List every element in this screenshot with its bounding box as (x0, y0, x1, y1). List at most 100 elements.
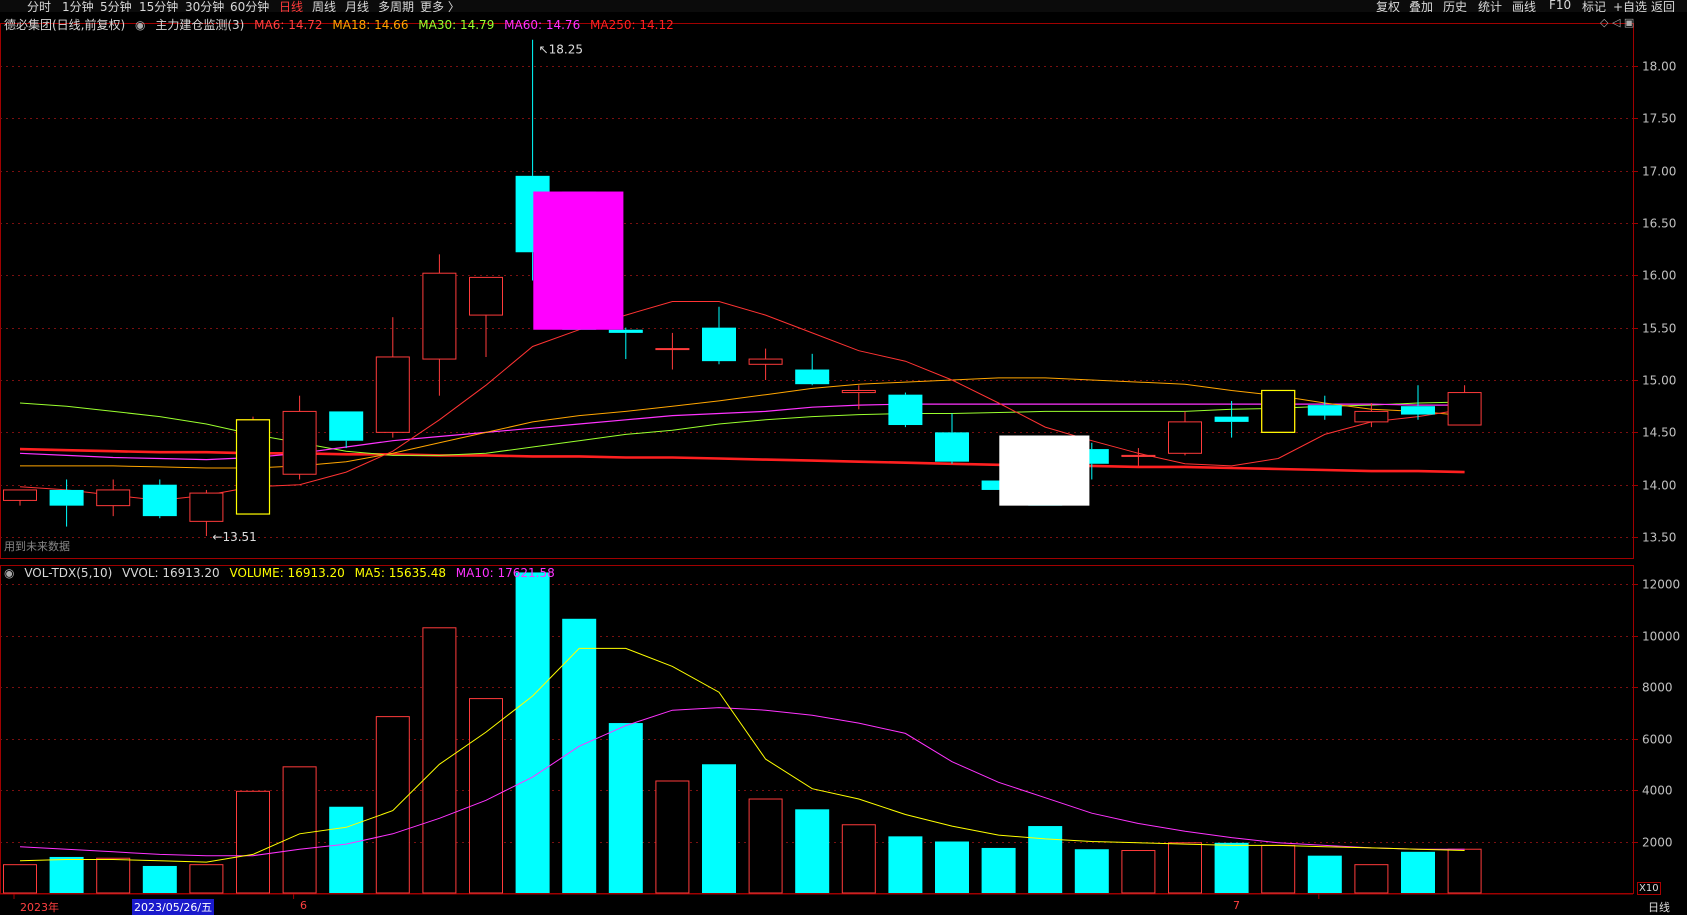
volume-bar (1447, 848, 1482, 894)
candle-body (935, 432, 969, 462)
price-tick-label: 16.00 (1642, 269, 1676, 283)
volume-bar (515, 572, 550, 893)
price-legend: 德必集团(日线,前复权) ◉ 主力建仓监测(3) MA6: 14.72 MA18… (4, 16, 680, 32)
volume-tick-label: 4000 (1642, 784, 1673, 798)
toolbar-item-4[interactable]: 30分钟 (185, 0, 224, 12)
volume-bar (655, 780, 690, 894)
volume-tick-label: 10000 (1642, 630, 1680, 644)
volume-bar (1261, 844, 1296, 894)
volume-indicator-label[interactable]: VOL-TDX(5,10) (24, 566, 112, 580)
toolbar-right-item-5[interactable]: F10 (1549, 0, 1571, 12)
candle-body (329, 411, 364, 441)
volume-bar (1168, 842, 1202, 894)
volume-bar (1074, 849, 1109, 893)
candle-body (655, 348, 690, 351)
candle-body (1214, 416, 1249, 422)
toolbar-item-8[interactable]: 月线 (345, 0, 369, 12)
volume-bar (841, 824, 876, 894)
volume-bar (1307, 855, 1342, 893)
candle-body (702, 327, 736, 362)
vol-ma10-label: MA10: 17621.58 (455, 566, 555, 580)
candle-body (841, 389, 876, 394)
volume-bar (748, 798, 783, 894)
candle-body (1307, 405, 1342, 416)
toolbar-right-item-4[interactable]: 画线 (1512, 0, 1536, 12)
volume-bar (981, 847, 1016, 893)
price-tick-label: 14.00 (1642, 479, 1676, 493)
volume-bar (375, 716, 410, 894)
price-tick-label: 15.00 (1642, 374, 1676, 388)
vol-ma5-label: MA5: 15635.48 (354, 566, 446, 580)
candle-body (3, 489, 37, 501)
volume-bar (329, 806, 364, 893)
candle-body (1121, 454, 1156, 457)
x-label-month-6: 6 (300, 899, 307, 912)
toolbar-right-item-6[interactable]: 标记 (1582, 0, 1606, 12)
candle-body (1447, 392, 1482, 426)
toolbar-item-7[interactable]: 周线 (312, 0, 336, 12)
toolbar-item-3[interactable]: 15分钟 (139, 0, 178, 12)
price-tick-label: 17.00 (1642, 165, 1676, 179)
indicator-highlight-box (533, 191, 624, 330)
toolbar-item-10[interactable]: 更多 〉 (420, 0, 460, 12)
volume-tick-label: 2000 (1642, 836, 1673, 850)
candle-body (795, 369, 830, 385)
candle-body (1261, 389, 1296, 433)
toolbar-right-item-3[interactable]: 统计 (1478, 0, 1502, 12)
window-controls[interactable]: ◇ ◁ ▣ (1600, 16, 1634, 29)
volume-legend: ◉ VOL-TDX(5,10) VVOL: 16913.20 VOLUME: 1… (4, 566, 561, 582)
toolbar-right-item-2[interactable]: 历史 (1443, 0, 1467, 12)
volume-bar (608, 723, 643, 893)
candle-body (49, 489, 84, 506)
indicator-toggle-icon[interactable]: ◉ (4, 566, 14, 580)
price-tick-label: 13.50 (1642, 531, 1676, 545)
kline-chart-canvas[interactable]: 13.50 14.00 14.50 15.00 15.50 16.00 16.50 17.00… (0, 0, 1687, 914)
indicator-highlight-box (999, 435, 1090, 506)
ma18-label: MA18: 14.66 (332, 18, 409, 32)
period-label[interactable]: 日线 (1648, 899, 1670, 915)
x-label-date-cursor: 2023/05/26/五 (132, 899, 215, 915)
toolbar-item-9[interactable]: 多周期 (378, 0, 414, 12)
indicator-label[interactable]: 主力建仓监测(3) (155, 18, 244, 32)
toolbar-right-item-8[interactable]: 返回 (1651, 0, 1675, 12)
candle-body (1401, 406, 1435, 415)
toolbar-right-item-7[interactable]: +自选 (1613, 0, 1647, 12)
price-tick-label: 17.50 (1642, 112, 1676, 126)
volume-bar (469, 698, 503, 894)
volume-bar (702, 764, 736, 893)
price-extreme-label: ←13.51 (212, 530, 256, 544)
ma6-label: MA6: 14.72 (254, 18, 323, 32)
volume-bar (1028, 826, 1063, 893)
period-toolbar: 分时 1分钟 5分钟 15分钟 30分钟 60分钟 日线 周线 月线 多周期 更多 〉 复权 叠加 历史统… (0, 0, 1687, 12)
ma30-label: MA30: 14.79 (418, 18, 495, 32)
toolbar-right-item-1[interactable]: 叠加 (1409, 0, 1433, 12)
volume-bar (96, 857, 131, 894)
toolbar-item-0[interactable]: 分时 (27, 0, 51, 12)
price-tick-label: 18.00 (1642, 60, 1676, 74)
candle-body (748, 358, 783, 365)
volume-bar (49, 856, 84, 893)
candle-body (375, 356, 410, 433)
toolbar-item-2[interactable]: 5分钟 (100, 0, 132, 12)
volume-bar (1401, 851, 1435, 893)
candle-body (1354, 410, 1389, 423)
toolbar-item-6[interactable]: 日线 (279, 0, 303, 12)
candle-body (608, 329, 643, 333)
vvol-label: VVOL: 16913.20 (122, 566, 220, 580)
toolbar-right-item-0[interactable]: 复权 (1376, 0, 1400, 12)
candle-body (189, 492, 224, 522)
indicator-toggle-icon[interactable]: ◉ (135, 18, 145, 32)
candle-body (282, 410, 317, 475)
price-extreme-label: ↖18.25 (539, 43, 583, 57)
volume-bar (1214, 842, 1249, 893)
ma250-label: MA250: 14.12 (590, 18, 674, 32)
candle-body (1168, 421, 1202, 454)
toolbar-item-1[interactable]: 1分钟 (62, 0, 94, 12)
volume-bar (282, 766, 317, 894)
candle-body (96, 489, 131, 507)
toolbar-item-5[interactable]: 60分钟 (230, 0, 269, 12)
volume-bar (189, 864, 224, 894)
candle-body (422, 272, 457, 360)
candle-body (142, 484, 177, 517)
volume-bar (236, 790, 270, 894)
